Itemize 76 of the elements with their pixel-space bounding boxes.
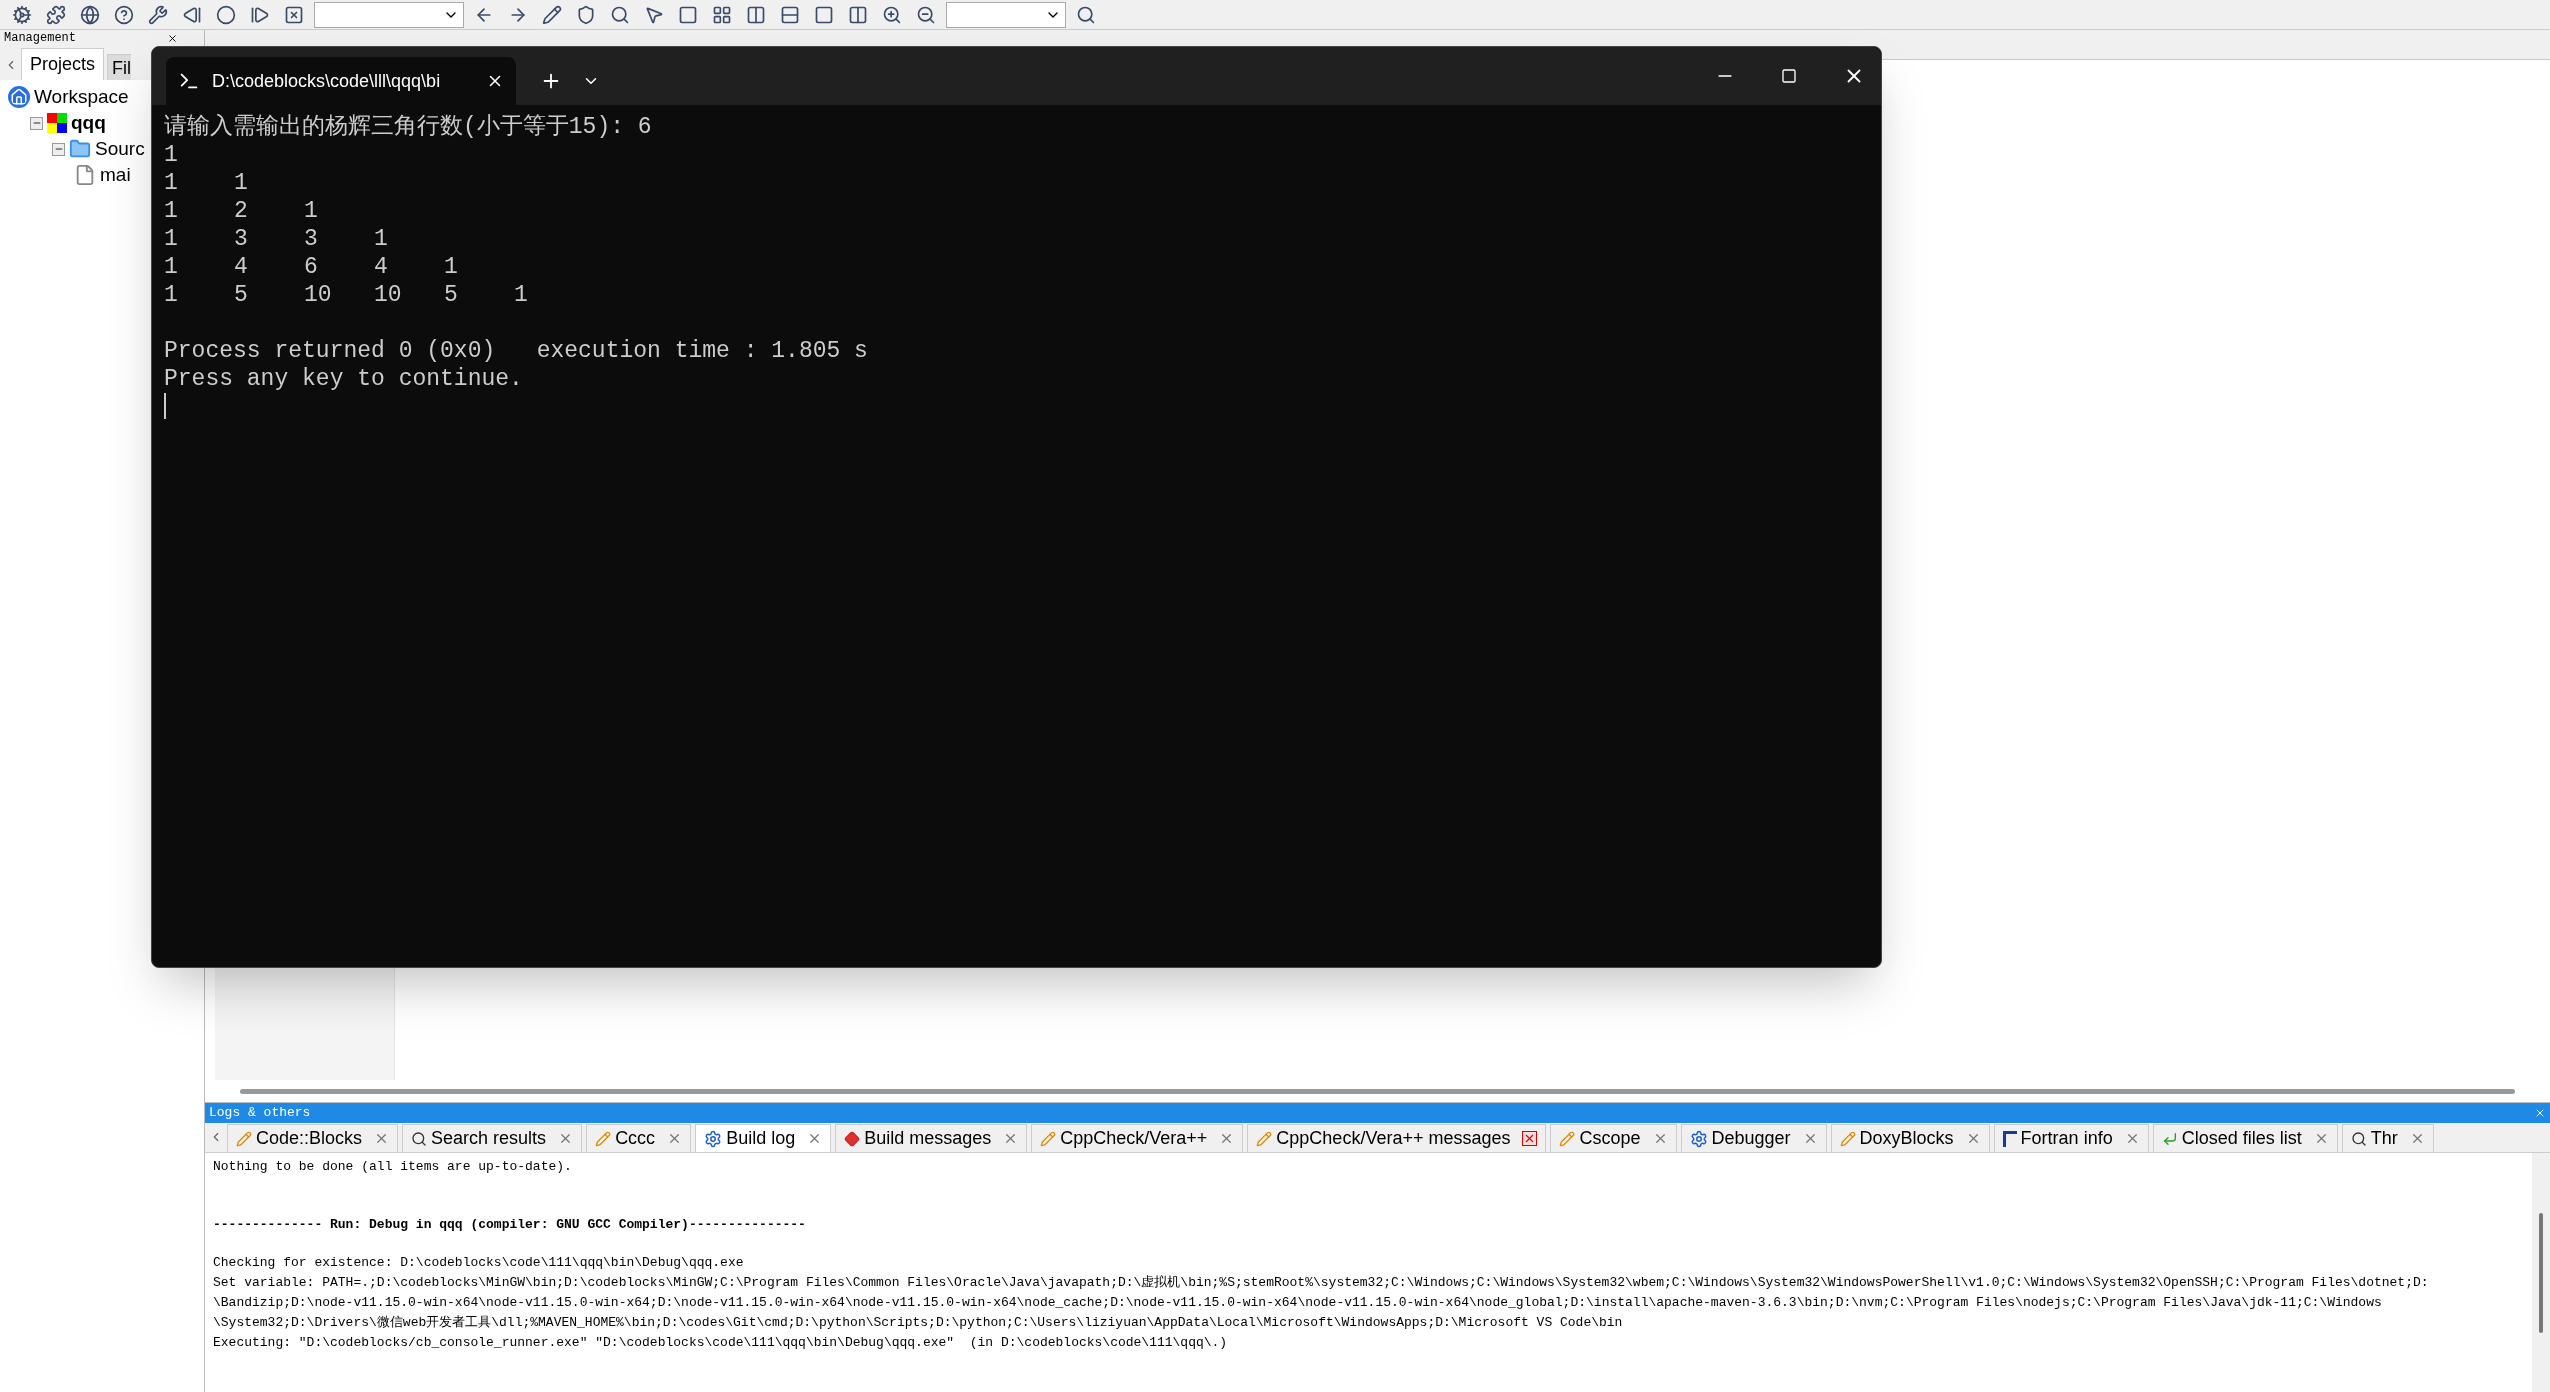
log-line: \Bandizip;D:\node-v11.15.0-win-x64\node-v11.15.0-win-x64;D:\node-v11.15.0-win-x64\node-v11.15.0-win-x64\node_cache;D:\node-v11.15.0-win-x64\node-v11.15.0-win-x64\node_global;D:\install\apache-maven-3.6.3\bin;D:\nvm;C:\Program Files\nodejs;C:\Program Files\Java\jdk-11;C:\Windows (213, 1294, 2383, 1312)
panel-title: Logs & others (209, 1104, 311, 1123)
home-icon (8, 86, 30, 108)
return-arrow-icon (2161, 1130, 2178, 1147)
output-line: Press any key to continue. (164, 365, 524, 393)
pencil-icon (1839, 1130, 1856, 1147)
search-icon (2350, 1130, 2367, 1147)
panel-tab[interactable]: Projects (21, 48, 105, 80)
output-number: 3 (234, 225, 249, 253)
output-number: 1 (164, 225, 179, 253)
log-tab[interactable]: Cscope (1550, 1124, 1677, 1152)
log-line: Set variable: PATH=.;D:\codeblocks\MinGW\bin;D:\codeblocks\MinGW;C:\Program Files\Common Files\Oracle\Java\javapath;D:\虚拟机\bin;%S;stemRoot%\system32;C:\Windows;C:\Windows\System32\wbem;C:\Windows\System32\WindowsPowerShell\v1.0;C:\Windows\System32\OpenSSH;C:\Program Files\dotnet;D: (213, 1274, 2430, 1292)
output-number: 4 (374, 253, 389, 281)
output-line: Process returned 0 (0x0) execution time : 1.805 s (164, 337, 869, 365)
collapse-toggle[interactable] (30, 116, 43, 130)
output-number: 1 (164, 141, 179, 169)
log-heading: -------------- Run: Debug in qqq (compiler: GNU GCC Compiler)--------------- (213, 1216, 807, 1234)
log-tab[interactable]: Closed files list (2152, 1124, 2338, 1152)
pencil-icon (595, 1130, 612, 1147)
output-number: 1 (304, 197, 319, 225)
dropdown-field[interactable] (946, 1, 1066, 28)
log-tab[interactable]: DoxyBlocks (1830, 1124, 1990, 1152)
diamond-icon (844, 1130, 861, 1147)
output-number: 2 (234, 197, 249, 225)
output-number: 10 (374, 281, 403, 309)
output-number: 1 (514, 281, 529, 309)
letter-f-icon (2002, 1130, 2017, 1147)
output-number: 1 (164, 169, 179, 197)
close-icon[interactable] (167, 32, 178, 44)
log-tab[interactable]: CppCheck/Vera++ (1031, 1124, 1244, 1152)
pencil-icon (236, 1130, 252, 1147)
output-number: 1 (374, 225, 389, 253)
log-line: Executing: "D:\codeblocks/cb_console_runner.exe" "D:\codeblocks\code\111\qqq\bin\Debug\qqq.exe" (in D:\codeblocks\code\111\qqq\.) (213, 1334, 1229, 1352)
pencil-icon (1040, 1130, 1057, 1147)
output-number: 1 (164, 197, 179, 225)
collapse-toggle[interactable] (52, 142, 65, 156)
log-tab[interactable]: CppCheck/Vera++ messages (1247, 1124, 1547, 1152)
log-tab[interactable]: Search results (402, 1124, 583, 1152)
log-tab[interactable]: Build messages (835, 1124, 1028, 1152)
terminal-tab[interactable]: D:\codeblocks\code\lll\qqq\bi (166, 57, 516, 105)
gear-icon (704, 1129, 723, 1148)
output-number: 1 (444, 253, 459, 281)
tab-title: D:\codeblocks\code\lll\qqq\bi (212, 69, 442, 93)
pencil-icon (1559, 1130, 1576, 1147)
output-number: 3 (304, 225, 319, 253)
output-number: 1 (164, 253, 179, 281)
log-tab[interactable]: Fortran info (1993, 1124, 2149, 1152)
pencil-icon (1256, 1130, 1273, 1147)
output-number: 5 (444, 281, 459, 309)
vertical-scrollbar[interactable] (2539, 1213, 2543, 1333)
prompt-line: 请输入需输出的杨辉三角行数(小于等于15): 6 (164, 113, 653, 141)
output-number: 10 (304, 281, 333, 309)
gear-icon (1689, 1129, 1708, 1148)
output-number: 6 (304, 253, 319, 281)
maximize-icon[interactable] (1781, 68, 1797, 84)
log-tab[interactable]: Debugger (1680, 1124, 1827, 1152)
file-icon (74, 164, 96, 186)
log-tab[interactable]: Build log (695, 1124, 832, 1152)
search-icon (411, 1130, 428, 1147)
output-number: 1 (164, 281, 179, 309)
log-line: Checking for existence: D:\codeblocks\code\111\qqq\bin\Debug\qqq.exe (213, 1254, 745, 1272)
log-tab[interactable]: Code::Blocks (227, 1124, 399, 1152)
dropdown-field[interactable] (314, 1, 464, 28)
folder-icon (69, 138, 91, 160)
project-icon (47, 113, 67, 133)
output-number: 5 (234, 281, 249, 309)
output-number: 4 (234, 253, 249, 281)
log-tab[interactable]: Cccc (586, 1124, 692, 1152)
log-tab[interactable]: Thr (2341, 1124, 2434, 1152)
text-cursor (164, 393, 166, 419)
log-line: Nothing to be done (all items are up-to-date). (213, 1158, 573, 1176)
panel-title: Management (4, 32, 76, 44)
panel-tab[interactable]: Fil (107, 54, 132, 80)
log-line: \System32;D:\Drivers\微信web开发者工具\dll;%MAVEN_HOME%\bin;D:\codes\Git\cmd;D:\python\Scripts;D:\python;C:\Users\liziyuan\AppData\Local\Microsoft\WindowsApps;D:\Microsoft VS Code\bin (213, 1314, 1624, 1332)
horizontal-scrollbar[interactable] (240, 1088, 2515, 1094)
output-number: 1 (234, 169, 249, 197)
